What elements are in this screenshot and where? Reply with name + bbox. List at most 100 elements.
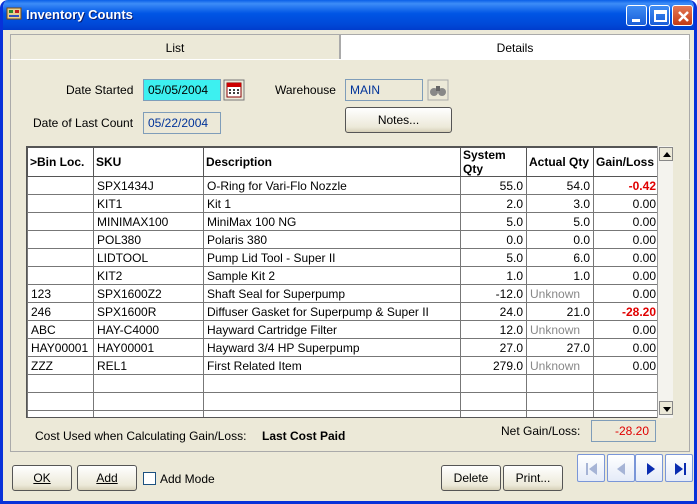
sku-cell[interactable]: SPX1434J [93, 176, 204, 195]
actual-qty-cell[interactable]: 0.0 [526, 230, 594, 249]
bin-cell[interactable] [27, 374, 94, 393]
bin-cell[interactable] [27, 212, 94, 231]
add-mode-checkbox[interactable] [143, 472, 156, 485]
description-cell[interactable]: Sample Kit 2 [203, 266, 461, 285]
table-row[interactable]: SPX1434J O-Ring for Vari-Flo Nozzle 55.0 54… [27, 176, 660, 195]
title-bar[interactable]: Inventory Counts [3, 0, 694, 30]
previous-record-button[interactable] [607, 454, 635, 482]
description-cell[interactable] [203, 374, 461, 393]
date-started-field[interactable]: 05/05/2004 [143, 79, 221, 101]
sku-cell[interactable]: LIDTOOL [93, 248, 204, 267]
gain-loss-cell[interactable]: 0.00 [593, 194, 660, 213]
description-cell[interactable]: Hayward 3/4 HP Superpump [203, 338, 461, 357]
gain-loss-cell[interactable] [593, 392, 660, 411]
description-cell[interactable]: Diffuser Gasket for Superpump & Super II [203, 302, 461, 321]
warehouse-field[interactable]: MAIN [345, 79, 423, 101]
table-row[interactable]: MINIMAX100 MiniMax 100 NG 5.0 5.0 0.00 [27, 212, 660, 231]
bin-cell[interactable]: 123 [27, 284, 94, 303]
system-qty-cell[interactable]: 24.0 [460, 302, 527, 321]
column-header-bin[interactable]: >Bin Loc. [27, 147, 94, 177]
notes-button[interactable]: Notes... [345, 107, 452, 133]
bin-cell[interactable] [27, 176, 94, 195]
vertical-scrollbar[interactable] [657, 146, 673, 418]
bin-cell[interactable] [27, 194, 94, 213]
gain-loss-cell[interactable]: 0.00 [593, 230, 660, 249]
binoculars-icon[interactable] [427, 79, 449, 101]
system-qty-cell[interactable]: 1.0 [460, 266, 527, 285]
scroll-down-arrow[interactable] [659, 401, 673, 415]
table-row[interactable]: KIT2 Sample Kit 2 1.0 1.0 0.00 [27, 266, 660, 285]
tab-list[interactable]: List [10, 34, 340, 60]
bin-cell[interactable] [27, 266, 94, 285]
sku-cell[interactable]: SPX1600Z2 [93, 284, 204, 303]
table-row[interactable]: LIDTOOL Pump Lid Tool - Super II 5.0 6.0 0.0… [27, 248, 660, 267]
sku-cell[interactable]: POL380 [93, 230, 204, 249]
table-row[interactable]: ZZZ REL1 First Related Item 279.0 Unknown 0.0… [27, 356, 660, 375]
system-qty-cell[interactable]: 55.0 [460, 176, 527, 195]
sku-cell[interactable]: REL1 [93, 356, 204, 375]
description-cell[interactable] [203, 410, 461, 417]
gain-loss-cell[interactable]: 0.00 [593, 338, 660, 357]
bin-cell[interactable]: 246 [27, 302, 94, 321]
system-qty-cell[interactable]: 5.0 [460, 212, 527, 231]
sku-cell[interactable]: HAY-C4000 [93, 320, 204, 339]
gain-loss-cell[interactable]: -28.20 [593, 302, 660, 321]
bin-cell[interactable]: ZZZ [27, 356, 94, 375]
table-row[interactable]: ABC HAY-C4000 Hayward Cartridge Filter 12.0… [27, 320, 660, 339]
system-qty-cell[interactable]: 0.0 [460, 230, 527, 249]
actual-qty-cell[interactable] [526, 374, 594, 393]
system-qty-cell[interactable] [460, 392, 527, 411]
sku-cell[interactable]: KIT1 [93, 194, 204, 213]
system-qty-cell[interactable] [460, 410, 527, 417]
scroll-up-arrow[interactable] [659, 147, 673, 161]
bin-cell[interactable] [27, 230, 94, 249]
gain-loss-cell[interactable]: 0.00 [593, 320, 660, 339]
delete-button[interactable]: Delete [441, 465, 501, 491]
next-record-button[interactable] [635, 454, 663, 482]
sku-cell[interactable]: KIT2 [93, 266, 204, 285]
tab-details[interactable]: Details [340, 34, 690, 60]
column-header-gain-loss[interactable]: Gain/Loss [593, 147, 660, 177]
bin-cell[interactable]: HAY00001 [27, 338, 94, 357]
minimize-button[interactable] [626, 5, 647, 26]
maximize-button[interactable] [649, 5, 670, 26]
sku-cell[interactable]: HAY00001 [93, 338, 204, 357]
actual-qty-cell[interactable] [526, 410, 594, 417]
table-row[interactable]: POL380 Polaris 380 0.0 0.0 0.00 [27, 230, 660, 249]
actual-qty-cell[interactable]: 1.0 [526, 266, 594, 285]
actual-qty-cell[interactable]: 54.0 [526, 176, 594, 195]
gain-loss-cell[interactable]: -0.42 [593, 176, 660, 195]
table-row[interactable]: 246 SPX1600R Diffuser Gasket for Superpump… [27, 302, 660, 321]
table-row[interactable]: KIT1 Kit 1 2.0 3.0 0.00 [27, 194, 660, 213]
column-header-system-qty[interactable]: System Qty [460, 147, 527, 177]
column-header-description[interactable]: Description [203, 147, 461, 177]
actual-qty-cell[interactable]: 3.0 [526, 194, 594, 213]
description-cell[interactable]: MiniMax 100 NG [203, 212, 461, 231]
system-qty-cell[interactable] [460, 374, 527, 393]
description-cell[interactable] [203, 392, 461, 411]
description-cell[interactable]: Hayward Cartridge Filter [203, 320, 461, 339]
last-record-button[interactable] [665, 454, 693, 482]
description-cell[interactable]: Pump Lid Tool - Super II [203, 248, 461, 267]
description-cell[interactable]: Shaft Seal for Superpump [203, 284, 461, 303]
print-button[interactable]: Print... [503, 465, 563, 491]
column-header-actual-qty[interactable]: Actual Qty [526, 147, 594, 177]
last-count-field[interactable]: 05/22/2004 [143, 112, 221, 134]
sku-cell[interactable]: MINIMAX100 [93, 212, 204, 231]
actual-qty-cell[interactable]: 21.0 [526, 302, 594, 321]
gain-loss-cell[interactable]: 0.00 [593, 266, 660, 285]
sku-cell[interactable] [93, 374, 204, 393]
add-button[interactable]: Add [77, 465, 137, 491]
bin-cell[interactable] [27, 248, 94, 267]
sku-cell[interactable] [93, 410, 204, 417]
actual-qty-cell[interactable]: Unknown [526, 356, 594, 375]
gain-loss-cell[interactable] [593, 410, 660, 417]
description-cell[interactable]: First Related Item [203, 356, 461, 375]
calendar-icon[interactable] [223, 79, 245, 101]
first-record-button[interactable] [577, 454, 605, 482]
actual-qty-cell[interactable]: 6.0 [526, 248, 594, 267]
system-qty-cell[interactable]: 5.0 [460, 248, 527, 267]
sku-cell[interactable] [93, 392, 204, 411]
description-cell[interactable]: Kit 1 [203, 194, 461, 213]
table-row[interactable]: HAY00001 HAY00001 Hayward 3/4 HP Superpump… [27, 338, 660, 357]
